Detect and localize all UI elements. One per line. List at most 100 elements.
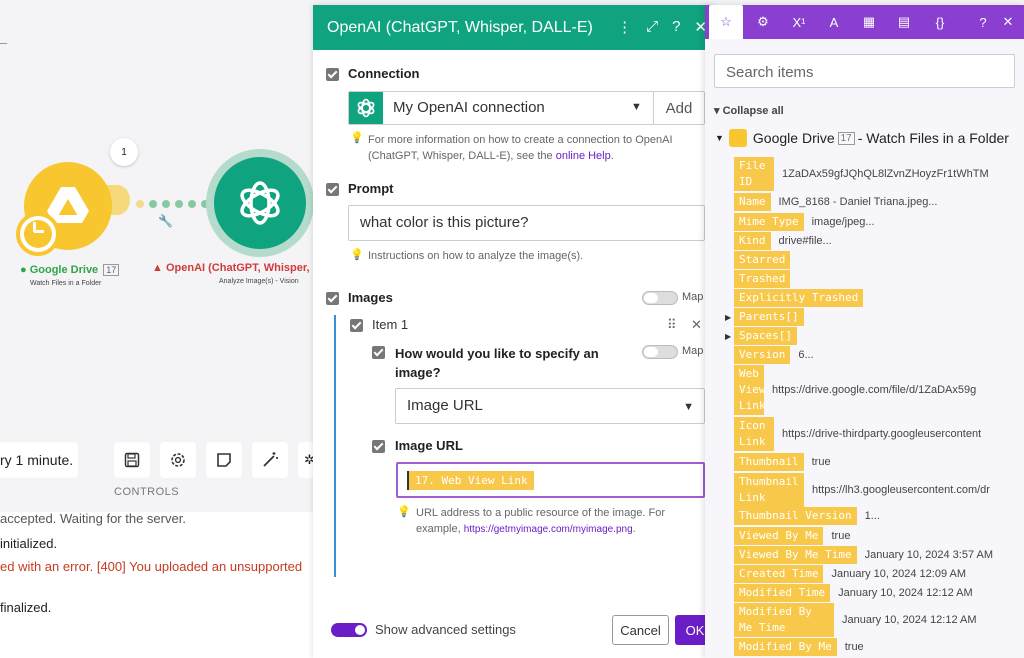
operations-bubble[interactable]: 1 [110,138,138,166]
advanced-settings-toggle[interactable] [331,623,367,637]
output-field-key[interactable]: Thumbnail Link [734,473,804,507]
images-checkbox[interactable] [326,292,339,305]
drag-handle-icon[interactable]: ⠿ [667,317,677,333]
online-help-link[interactable]: online Help [556,150,611,162]
output-field[interactable]: Icon Link https://drive-thirdparty.google… [734,417,981,451]
collapse-all-link[interactable]: ▾ Collapse all [714,104,784,117]
output-field-key[interactable]: Icon Link [734,417,774,451]
close-icon[interactable]: ✕ [991,5,1024,39]
json-functions-icon[interactable]: {} [923,5,957,39]
output-field-key[interactable]: Trashed [734,270,791,288]
output-field-key[interactable]: Kind [734,232,771,250]
output-field[interactable]: Thumbnail Version 1... [734,507,880,525]
output-field-key[interactable]: Mime Type [734,213,804,231]
search-input[interactable]: Search items [714,54,1015,88]
cancel-button[interactable]: Cancel [612,615,669,645]
output-field[interactable]: Trashed [734,270,791,288]
images-map-toggle[interactable] [642,291,678,305]
output-field-key[interactable]: Version [734,346,791,364]
output-field-key[interactable]: Modified By Me [734,638,837,656]
text-functions-icon[interactable]: A [817,5,851,39]
mapping-panel: ☆ ⚙ X¹ A ▦ ▤ {} ? ✕ Search items ▾ Colla… [705,5,1024,658]
output-field-key[interactable]: Spaces[] [734,327,797,345]
canvas-dash: – [0,35,8,50]
output-field-key[interactable]: Thumbnail [734,453,804,471]
image-url-input[interactable]: 17. Web View Link [396,462,705,498]
example-url-link[interactable]: https://getmyimage.com/myimage.png [464,524,633,535]
output-field-value: 6... [798,349,814,361]
output-field-key[interactable]: Viewed By Me Time [734,546,857,564]
output-field[interactable]: ▶ Parents[] [725,308,804,326]
settings-gear-icon[interactable]: ⚙ [746,5,780,39]
magic-wand-icon[interactable] [252,442,288,478]
output-field-key[interactable]: Name [734,193,771,211]
output-field-key[interactable]: Thumbnail Version [734,507,857,525]
array-functions-icon[interactable]: ▤ [887,5,921,39]
save-icon[interactable] [114,442,150,478]
output-field[interactable]: Viewed By Me true [734,527,850,545]
output-field[interactable]: Version 6... [734,346,814,364]
wrench-icon[interactable]: 🔧 [158,214,173,228]
item-checkbox[interactable] [350,319,363,332]
controls-label: CONTROLS [114,486,180,498]
connection-select[interactable]: My OpenAI connection ▼ [348,91,654,125]
scenario-canvas[interactable]: – 1 🔧 ● Google Drive 17 Watch Files in a… [0,0,320,658]
image-url-checkbox[interactable] [372,440,385,453]
output-field-key[interactable]: Starred [734,251,791,269]
output-field[interactable]: Modified By Me true [734,638,864,656]
panel-footer: Show advanced settings Cancel OK [313,613,715,658]
output-field-key[interactable]: File ID [734,157,774,191]
output-field[interactable]: Mime Type image/jpeg... [734,213,875,231]
output-field[interactable]: Modified By Me Time January 10, 2024 12:1… [734,603,977,637]
add-connection-button[interactable]: Add [653,91,705,125]
module-id-badge: 17 [103,264,120,276]
output-field[interactable]: Thumbnail true [734,453,831,471]
output-field-value: true [844,641,864,653]
more-vertical-icon[interactable]: ⋮ [617,18,632,36]
output-field[interactable]: Created Time January 10, 2024 12:09 AM [734,565,966,583]
specify-checkbox[interactable] [372,346,385,359]
module-output-header[interactable]: ▼ Google Drive 17 - Watch Files in a Fol… [715,129,1009,147]
output-field[interactable]: Starred [734,251,791,269]
star-icon[interactable]: ☆ [709,5,743,39]
caret-right-icon[interactable]: ▶ [725,313,731,322]
output-field-key[interactable]: Web View Link [734,365,766,415]
prompt-checkbox[interactable] [326,183,339,196]
lightbulb-icon: 💡 [397,506,411,518]
caret-right-icon[interactable]: ▶ [725,332,731,341]
openai-logo-icon [240,181,280,225]
output-field[interactable]: Thumbnail Link https://lh3.googleusercont… [734,473,990,507]
output-field-value: https://drive.google.com/file/d/1ZaDAx59… [772,384,977,396]
openai-module[interactable] [214,157,306,249]
settings-gear-icon[interactable] [160,442,196,478]
schedule-text[interactable]: ry 1 minute. [0,442,78,478]
output-field[interactable]: Modified Time January 10, 2024 12:12 AM [734,584,973,602]
log-line-error: ed with an error. [400] You uploaded an … [0,559,303,574]
output-field-key[interactable]: Explicitly Trashed [734,289,864,307]
output-field[interactable]: ▶ Spaces[] [725,327,797,345]
output-field[interactable]: Name IMG_8168 - Daniel Triana.jpeg... [734,193,937,211]
connection-checkbox[interactable] [326,68,339,81]
date-functions-icon[interactable]: ▦ [852,5,886,39]
output-field[interactable]: Viewed By Me Time January 10, 2024 3:57 A… [734,546,993,564]
prompt-input[interactable]: what color is this picture? [348,205,705,241]
output-field-key[interactable]: Viewed By Me [734,527,824,545]
output-field-key[interactable]: Created Time [734,565,824,583]
math-functions-icon[interactable]: X¹ [782,5,816,39]
expand-icon[interactable]: ⤢ [646,18,658,36]
specify-map-toggle[interactable] [642,345,678,359]
output-field-value: true [811,456,831,468]
output-field[interactable]: Web View Link https://drive.google.com/fi… [734,365,976,415]
schedule-clock-icon[interactable] [16,212,60,256]
image-source-select[interactable]: Image URL ▼ [395,388,705,424]
output-field[interactable]: Explicitly Trashed [734,289,864,307]
help-icon[interactable]: ? [672,18,680,36]
output-field-key[interactable]: Modified By Me Time [734,603,834,637]
mapped-value-pill[interactable]: 17. Web View Link [407,471,534,490]
output-field[interactable]: Kind drive#file... [734,232,832,250]
output-field[interactable]: File ID 1ZaDAx59gfJQhQL8lZvnZHoyzFr1tWhTM [734,157,989,191]
output-field-key[interactable]: Parents[] [734,308,804,326]
output-field-key[interactable]: Modified Time [734,584,831,602]
remove-item-icon[interactable]: ✕ [691,317,702,333]
notes-icon[interactable] [206,442,242,478]
